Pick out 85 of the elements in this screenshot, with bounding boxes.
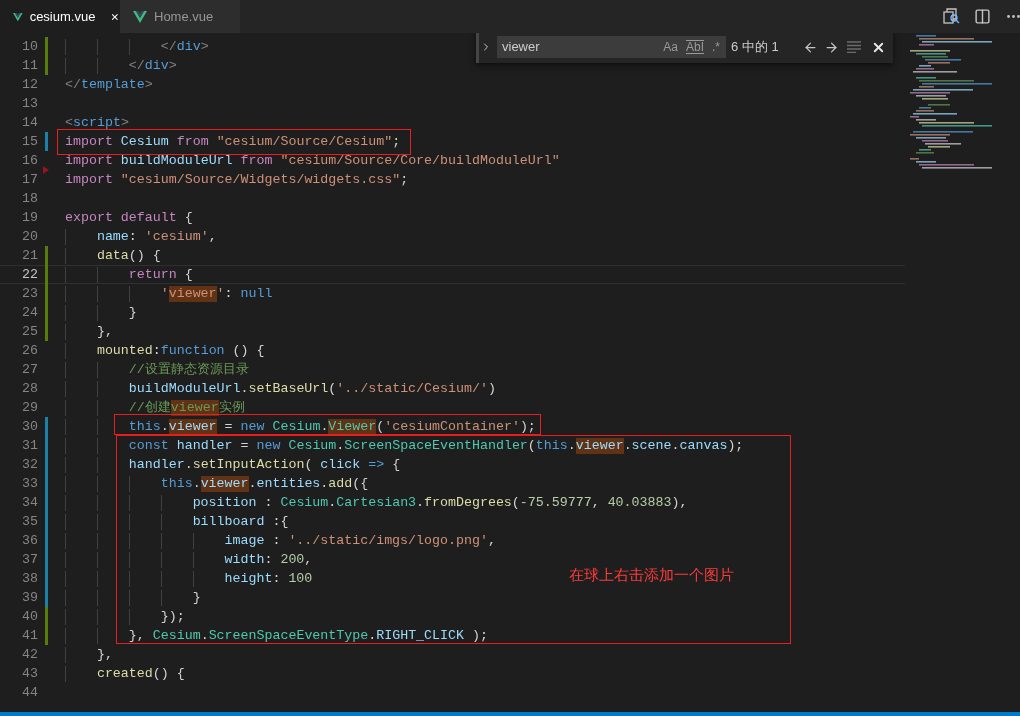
line-number: 40 — [21, 607, 38, 626]
code-line: mounted:function () { — [65, 342, 265, 359]
line-number: 12 — [21, 75, 38, 94]
line-number: 36 — [21, 531, 38, 550]
code-line: const handler = new Cesium.ScreenSpaceEventHandler(this.viewer.scene.canvas); — [65, 437, 744, 454]
tab-label: Home.vue — [154, 7, 214, 26]
vue-logo-icon — [13, 10, 23, 23]
find-option[interactable]: Aa — [663, 38, 678, 56]
line-number: 24 — [21, 303, 38, 322]
line-number: 25 — [21, 322, 38, 341]
match-count: 6 中的 1 — [731, 38, 779, 57]
line-number: 28 — [21, 379, 38, 398]
find-option[interactable]: AbI — [685, 40, 704, 54]
code-line: import "cesium/Source/Widgets/widgets.css"; — [65, 171, 409, 188]
find-value: viewer — [502, 38, 541, 57]
code-line: handler.setInputAction( click => { — [65, 456, 401, 473]
line-number: 14 — [21, 113, 38, 132]
code-line: </template> — [65, 76, 153, 93]
line-number: 27 — [21, 360, 38, 379]
code-line: billboard :{ — [65, 513, 289, 530]
line-number: 42 — [21, 645, 38, 664]
code-line: } — [65, 304, 137, 321]
code-line: buildModuleUrl.setBaseUrl('../static/Cesium/') — [65, 380, 496, 397]
line-number: 13 — [21, 94, 38, 113]
code-line: </div> — [65, 38, 209, 55]
code-line: }, — [65, 323, 113, 340]
line-number: 30 — [21, 417, 38, 436]
line-number: 11 — [21, 56, 38, 75]
code-line: data() { — [65, 247, 161, 264]
line-number: 23 — [21, 284, 38, 303]
line-number: 43 — [21, 664, 38, 683]
line-number: 38 — [21, 569, 38, 588]
line-number: 18 — [21, 189, 38, 208]
code-line: //创建viewer实例 — [65, 399, 245, 416]
find-input[interactable]: viewer Aa AbI .* — [497, 36, 726, 58]
line-number: 37 — [21, 550, 38, 569]
find-option[interactable]: .* — [712, 38, 720, 56]
next-match-icon[interactable] — [824, 39, 839, 55]
code-line: position : Cesium.Cartesian3.fromDegrees(-75.59777, 40.03883), — [65, 494, 688, 511]
code-line: }, Cesium.ScreenSpaceEventType.RIGHT_CLICK ); — [65, 627, 488, 644]
line-number: 35 — [21, 512, 38, 531]
line-number: 21 — [21, 246, 38, 265]
tab-label: cesium.vue — [29, 7, 96, 26]
line-number: 34 — [21, 493, 38, 512]
previous-match-icon[interactable] — [803, 39, 818, 55]
code-line: import Cesium from "cesium/Source/Cesium"; — [65, 133, 401, 150]
code-line: }); — [65, 608, 185, 625]
line-number: 31 — [21, 436, 38, 455]
editor-tab[interactable]: Home.vue — [120, 0, 240, 33]
code-line: 'viewer': null — [65, 285, 273, 302]
code-line: }, — [65, 646, 113, 663]
open-changes-icon[interactable] — [943, 8, 960, 25]
editor-tab[interactable]: cesium.vue — [0, 0, 120, 33]
code-line: } — [65, 589, 201, 606]
code-line: <script> — [65, 114, 129, 131]
line-number: 32 — [21, 455, 38, 474]
code-line: this.viewer.entities.add({ — [65, 475, 369, 492]
split-editor-icon[interactable] — [974, 8, 991, 25]
code-line: export default { — [65, 209, 193, 226]
code-line: this.viewer = new Cesium.Viewer('cesiumContainer'); — [65, 418, 536, 435]
code-line: height: 100 — [65, 570, 313, 587]
line-number: 20 — [21, 227, 38, 246]
find-in-selection-icon[interactable] — [847, 41, 861, 53]
code-line: </div> — [65, 57, 177, 74]
line-number: 17 — [21, 170, 38, 189]
annotation-note: 在球上右击添加一个图片 — [569, 565, 734, 586]
code-line: width: 200, — [65, 551, 313, 568]
code-line: //设置静态资源目录 — [65, 361, 249, 378]
line-number: 29 — [21, 398, 38, 417]
code-line: return { — [65, 266, 193, 283]
line-number: 39 — [21, 588, 38, 607]
line-number: 33 — [21, 474, 38, 493]
line-number: 19 — [21, 208, 38, 227]
code-line: image : '../static/imgs/logo.png', — [65, 532, 496, 549]
code-line: import buildModuleUrl from "cesium/Source/Core/buildModuleUrl" — [65, 152, 560, 169]
line-number: 10 — [21, 37, 38, 56]
vue-logo-icon — [133, 10, 147, 23]
line-number: 41 — [21, 626, 38, 645]
line-number: 15 — [21, 132, 38, 151]
code-line: name: 'cesium', — [65, 228, 217, 245]
line-number: 26 — [21, 341, 38, 360]
code-line: created() { — [65, 665, 185, 682]
line-number: 16 — [21, 151, 38, 170]
line-number: 22 — [21, 265, 38, 284]
line-number: 44 — [21, 683, 38, 702]
